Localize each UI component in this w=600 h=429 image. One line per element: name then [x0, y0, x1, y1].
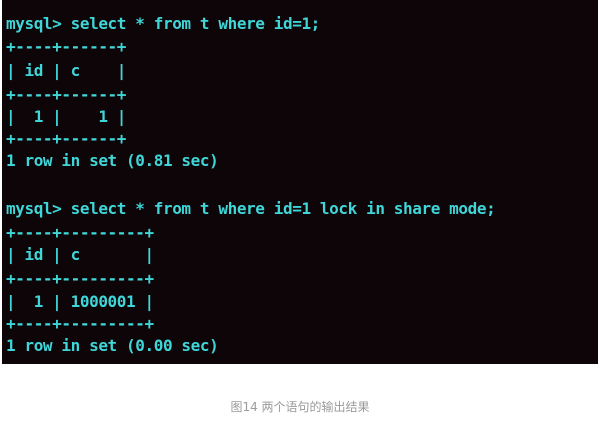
- result-1-header: | id | c |: [6, 61, 127, 80]
- result-2-border-mid: +----+---------+: [6, 269, 154, 288]
- result-2-row: | 1 | 1000001 |: [6, 292, 154, 311]
- result-2-border-top: +----+---------+: [6, 223, 154, 242]
- query-1-prompt: mysql> select * from t where id=1;: [6, 14, 320, 33]
- result-2-summary: 1 row in set (0.00 sec): [6, 336, 219, 355]
- figure-caption: 图14 两个语句的输出结果: [230, 400, 370, 414]
- result-1-border-mid: +----+------+: [6, 85, 127, 104]
- terminal-window[interactable]: mysql> select * from t where id=1; +----…: [2, 0, 598, 364]
- result-1-summary: 1 row in set (0.81 sec): [6, 151, 219, 170]
- result-1-row: | 1 | 1 |: [6, 107, 127, 126]
- result-2-border-bottom: +----+---------+: [6, 314, 154, 333]
- result-2-header: | id | c |: [6, 245, 154, 264]
- query-2-prompt: mysql> select * from t where id=1 lock i…: [6, 199, 496, 218]
- result-1-border-top: +----+------+: [6, 37, 127, 56]
- result-1-border-bottom: +----+------+: [6, 129, 127, 148]
